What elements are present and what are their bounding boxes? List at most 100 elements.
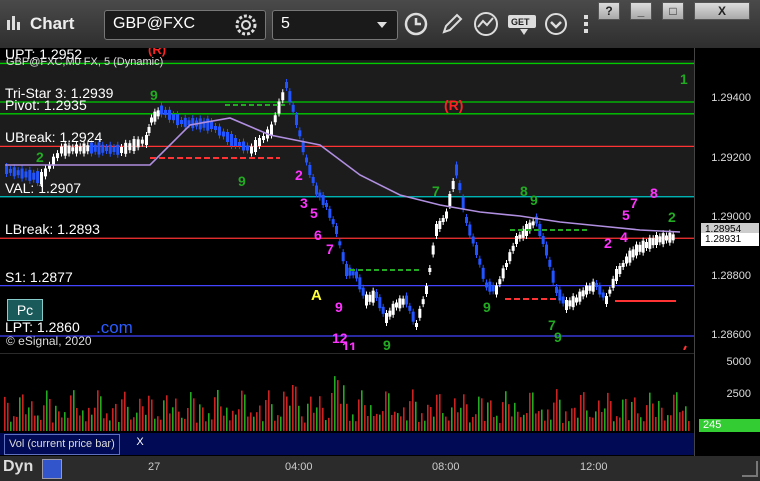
volume-bar <box>64 412 66 431</box>
volume-bar <box>28 407 30 431</box>
volume-bar <box>514 402 516 431</box>
volume-bar <box>580 394 582 431</box>
volume-bar <box>88 407 90 431</box>
volume-bar <box>10 421 12 431</box>
volume-bar <box>346 403 348 431</box>
volume-bar <box>253 416 255 431</box>
volume-bar <box>274 420 276 431</box>
study-title: GBP@FXC,M0 FX, 5 (Dynamic) <box>6 56 164 68</box>
volume-bar <box>568 421 570 431</box>
menu-icon[interactable] <box>542 10 570 38</box>
volume-bar <box>574 407 576 431</box>
volume-bar <box>466 404 468 431</box>
volume-bar <box>22 394 24 431</box>
volume-bar <box>304 422 306 431</box>
clock-icon[interactable] <box>402 10 430 38</box>
volume-bar <box>298 405 300 431</box>
pencil-icon[interactable] <box>438 10 466 38</box>
reversal-marker: (R) <box>444 97 463 113</box>
volume-bar <box>16 416 18 431</box>
volume-bar <box>244 394 246 431</box>
volume-bar <box>373 415 375 431</box>
time-axis[interactable]: Dyn 27 04:00 08:00 12:00 <box>0 456 760 481</box>
volume-bar <box>388 393 390 431</box>
volume-bar <box>415 401 417 431</box>
volume-bar <box>688 421 690 431</box>
volume-bar <box>259 405 261 431</box>
volume-bar <box>25 414 27 431</box>
volume-bar <box>625 398 627 431</box>
volume-bar <box>370 405 372 431</box>
volume-bar <box>553 402 555 431</box>
volume-bar <box>490 400 492 431</box>
volume-bar <box>484 420 486 431</box>
volume-study-label: Vol (current price bar) <box>9 438 115 450</box>
volume-bar <box>292 384 294 431</box>
svg-text:7: 7 <box>548 317 556 333</box>
volume-bar <box>643 421 645 431</box>
volume-bar <box>256 412 258 431</box>
level-label: LBreak: 1.2893 <box>5 221 100 238</box>
volume-bar <box>52 422 54 431</box>
volume-bar <box>187 408 189 431</box>
volume-study-tab[interactable]: Vol (current price bar) <box>4 434 120 455</box>
more-icon[interactable] <box>572 10 600 38</box>
price-axis[interactable]: 1.29400 1.29200 1.29000 1.28954 1.28931 … <box>694 48 760 456</box>
volume-bar <box>145 414 147 431</box>
pc-button[interactable]: Pc <box>7 299 43 321</box>
svg-text:9: 9 <box>150 87 158 103</box>
volume-bar <box>670 415 672 431</box>
volume-bar <box>352 414 354 431</box>
volume-bar <box>523 414 525 431</box>
volume-bar <box>214 397 216 431</box>
resize-grip-icon[interactable] <box>742 461 758 477</box>
svg-text:2: 2 <box>668 209 676 225</box>
svg-text:9: 9 <box>238 173 246 189</box>
volume-bar <box>217 389 219 431</box>
volume-bar <box>601 411 603 431</box>
maximize-button[interactable]: □ <box>662 2 684 20</box>
volume-bar <box>58 411 60 431</box>
close-button[interactable]: X <box>694 2 750 20</box>
volume-bar <box>19 397 21 431</box>
interval-select[interactable]: 5 <box>272 10 398 40</box>
volume-bar <box>115 403 117 431</box>
price-tag-last: 1.28931 <box>701 233 759 246</box>
volume-bar <box>196 422 198 431</box>
studies-icon[interactable] <box>472 10 500 38</box>
volume-bar <box>460 407 462 431</box>
volume-bar <box>451 407 453 431</box>
close-icon[interactable]: X <box>134 436 146 448</box>
volume-bar <box>436 394 438 431</box>
volume-bar <box>4 396 6 431</box>
volume-bar <box>448 420 450 431</box>
volume-bar <box>547 409 549 431</box>
svg-text:7: 7 <box>326 241 334 257</box>
symbol-input[interactable]: GBP@FXC <box>104 10 266 40</box>
volume-bar <box>193 398 195 431</box>
title-bar: Chart GBP@FXC 5 GET ? _ □ X <box>0 0 760 48</box>
volume-bar <box>181 417 183 431</box>
minimize-button[interactable]: _ <box>630 2 652 20</box>
volume-bar <box>658 400 660 431</box>
volume-chart[interactable] <box>0 353 694 433</box>
get-data-icon[interactable]: GET <box>506 10 542 38</box>
time-label: 08:00 <box>432 461 460 473</box>
volume-bar <box>136 412 138 431</box>
volume-bar <box>397 413 399 431</box>
volume-bar <box>685 406 687 431</box>
volume-bar <box>361 390 363 431</box>
volume-bar <box>139 398 141 431</box>
volume-bar <box>190 392 192 431</box>
volume-bar <box>238 409 240 431</box>
volume-bar <box>49 398 51 431</box>
volume-bar <box>109 420 111 431</box>
gear-icon[interactable] <box>235 14 257 36</box>
level-label: LPT: 1.2860 <box>5 319 80 335</box>
volume-bar <box>94 407 96 431</box>
volume-bar <box>163 400 165 431</box>
volume-bar <box>301 416 303 431</box>
window-title: Chart <box>30 14 75 33</box>
help-button[interactable]: ? <box>598 2 620 20</box>
scale-icon[interactable] <box>42 459 62 479</box>
